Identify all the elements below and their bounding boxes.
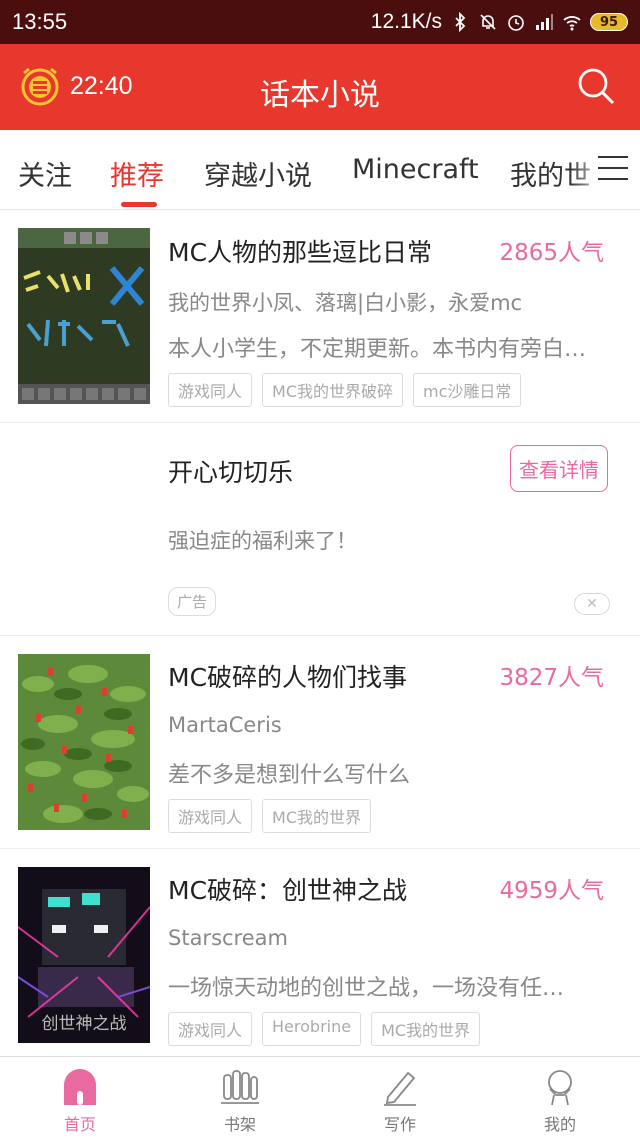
bottom-nav: 首页 书架 写作 我的 bbox=[0, 1056, 640, 1138]
status-time: 13:55 bbox=[12, 9, 68, 34]
category-tabs: 关注 推荐 穿越小说 Minecraft 我的世 bbox=[0, 130, 640, 210]
ad-card[interactable]: 开心切切乐 查看详情 强迫症的福利来了！ 广告 ✕ bbox=[0, 423, 640, 636]
tag[interactable]: mc沙雕日常 bbox=[413, 373, 522, 407]
book-description: 本人小学生，不定期更新。本书内有旁白… bbox=[168, 337, 587, 362]
book-author: MartaCeris bbox=[168, 713, 282, 737]
ad-title: 开心切切乐 bbox=[168, 458, 294, 487]
nav-label: 我的 bbox=[543, 1115, 576, 1134]
tag[interactable]: MC我的世界 bbox=[371, 1012, 481, 1046]
view-details-button[interactable]: 查看详情 bbox=[510, 445, 608, 492]
coin-clock-icon bbox=[21, 67, 59, 106]
book-card[interactable]: 创世神之战 MC破碎：创世神之战 4959人气 Starscream 一场惊天动… bbox=[0, 849, 640, 1056]
nav-label: 首页 bbox=[63, 1115, 96, 1134]
book-description: 一场惊天动地的创世之战，一场没有任… bbox=[168, 976, 565, 1001]
nav-label: 写作 bbox=[383, 1115, 416, 1134]
ad-description: 强迫症的福利来了！ bbox=[168, 529, 357, 553]
tag[interactable]: 游戏同人 bbox=[168, 1012, 253, 1046]
book-author: 我的世界小凤、落璃|白小影，永爱mc bbox=[168, 291, 523, 315]
bookshelf-icon bbox=[221, 1070, 259, 1104]
tag[interactable]: MC我的世界破碎 bbox=[262, 373, 403, 407]
tag[interactable]: 游戏同人 bbox=[168, 373, 253, 407]
book-cover-image: 创世神之战 bbox=[18, 867, 150, 1043]
nav-bookshelf[interactable]: 书架 bbox=[160, 1057, 320, 1138]
tab-follow[interactable]: 关注 bbox=[18, 154, 72, 193]
book-description: 差不多是想到什么写什么 bbox=[168, 763, 411, 788]
timer-label: 22:40 bbox=[70, 71, 133, 100]
nav-home[interactable]: 首页 bbox=[0, 1057, 160, 1138]
tab-recommend[interactable]: 推荐 bbox=[110, 154, 164, 193]
mute-bell-icon bbox=[480, 14, 496, 30]
app-header: 22:40 话本小说 bbox=[0, 44, 640, 130]
status-indicators: 12.1K/s 95 bbox=[371, 10, 628, 34]
book-title: MC破碎：创世神之战 bbox=[168, 876, 408, 905]
reading-timer[interactable]: 22:40 bbox=[18, 64, 133, 108]
home-icon bbox=[64, 1069, 96, 1105]
tabs-menu-icon[interactable] bbox=[598, 156, 628, 184]
book-tags: 游戏同人 MC我的世界 bbox=[168, 799, 371, 833]
signal-icon bbox=[536, 14, 553, 30]
tag[interactable]: 游戏同人 bbox=[168, 799, 253, 833]
book-tags: 游戏同人 Herobrine MC我的世界 bbox=[168, 1012, 481, 1046]
battery-indicator: 95 bbox=[590, 13, 628, 31]
book-cover-image bbox=[18, 654, 150, 830]
tab-time-travel-novels[interactable]: 穿越小说 bbox=[204, 154, 312, 193]
popularity-count: 3827人气 bbox=[499, 665, 604, 691]
network-speed: 12.1K/s bbox=[370, 10, 442, 33]
tag[interactable]: Herobrine bbox=[262, 1012, 362, 1046]
tab-minecraft[interactable]: Minecraft bbox=[352, 154, 479, 185]
book-title: MC人物的那些逗比日常 bbox=[168, 238, 433, 267]
book-tags: 游戏同人 MC我的世界破碎 mc沙雕日常 bbox=[168, 373, 522, 407]
profile-icon bbox=[548, 1070, 572, 1106]
popularity-count: 2865人气 bbox=[499, 240, 604, 266]
book-card[interactable]: MC人物的那些逗比日常 2865人气 我的世界小凤、落璃|白小影，永爱mc 本人… bbox=[0, 211, 640, 423]
cover-title: 创世神之战 bbox=[42, 1014, 127, 1034]
nav-profile[interactable]: 我的 bbox=[480, 1057, 640, 1138]
book-cover bbox=[18, 228, 150, 404]
book-author: Starscream bbox=[168, 926, 288, 950]
book-cover-image bbox=[18, 228, 150, 404]
active-tab-indicator bbox=[121, 202, 157, 207]
book-title: MC破碎的人物们找事 bbox=[168, 663, 408, 692]
popularity-count: 4959人气 bbox=[499, 878, 604, 904]
pen-icon bbox=[384, 1071, 416, 1106]
status-bar: 13:55 12.1K/s 95 bbox=[0, 0, 640, 44]
ad-badge: 广告 bbox=[168, 587, 217, 616]
search-icon[interactable] bbox=[576, 66, 616, 106]
nav-write[interactable]: 写作 bbox=[320, 1057, 480, 1138]
book-cover bbox=[18, 654, 150, 830]
bluetooth-icon bbox=[455, 12, 466, 32]
alarm-icon bbox=[508, 15, 524, 31]
book-cover: 创世神之战 bbox=[18, 867, 150, 1043]
book-card[interactable]: MC破碎的人物们找事 3827人气 MartaCeris 差不多是想到什么写什么… bbox=[0, 636, 640, 849]
tag[interactable]: MC我的世界 bbox=[262, 799, 371, 833]
close-icon[interactable]: ✕ bbox=[574, 593, 610, 615]
nav-label: 书架 bbox=[223, 1115, 256, 1134]
wifi-icon bbox=[563, 16, 581, 31]
